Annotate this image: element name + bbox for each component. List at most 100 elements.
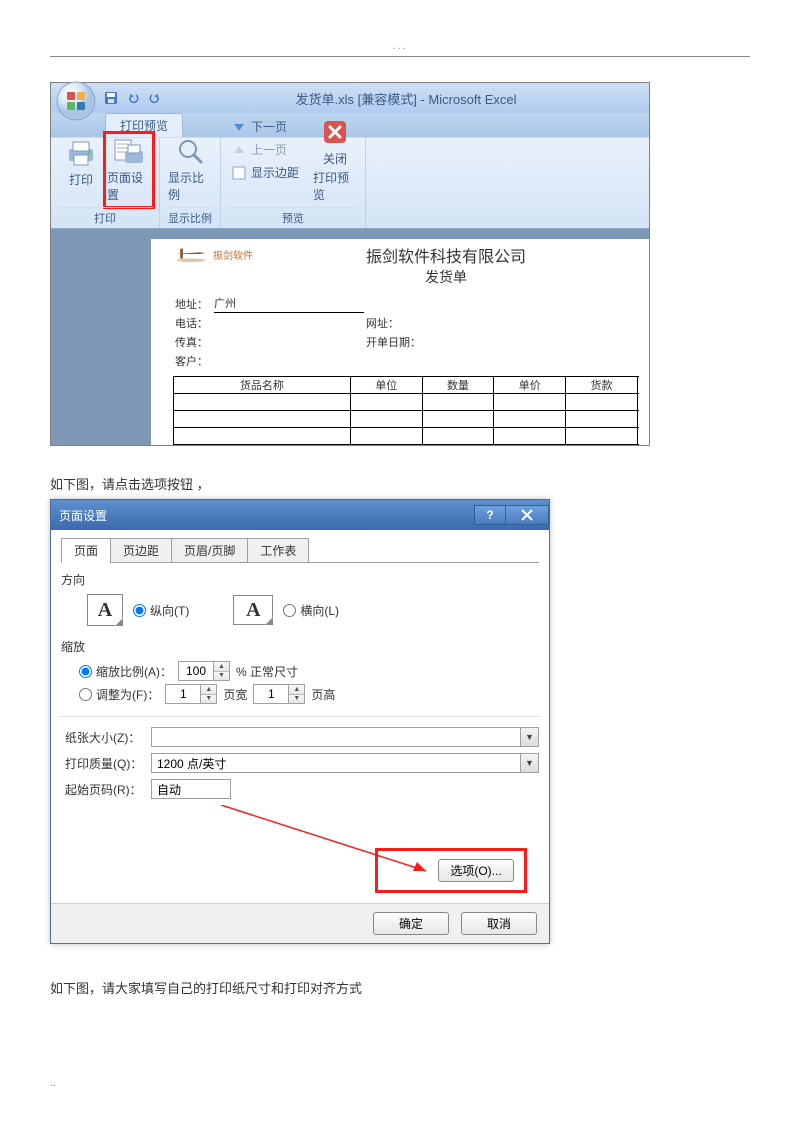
scale-ratio-label: 缩放比例(A)：	[96, 663, 172, 680]
show-margins-label: 显示边距	[251, 164, 299, 181]
sword-logo-icon	[173, 245, 209, 263]
magnifier-icon	[174, 135, 206, 167]
header-rule	[50, 56, 750, 57]
fax-label: 传真：	[175, 334, 212, 351]
scale-ratio-radio[interactable]: 缩放比例(A)：	[79, 663, 172, 680]
preview-canvas: 振剑软件 振剑软件科技有限公司 发货单 地址：广州 电话：网址： 传真：开单日期…	[51, 229, 649, 445]
table-row	[174, 411, 640, 428]
checkbox-icon	[231, 165, 247, 181]
portrait-radio[interactable]: 纵向(T)	[133, 602, 189, 619]
url-label: 网址：	[366, 315, 486, 332]
spin-up-icon[interactable]: ▲	[201, 685, 216, 695]
show-margins-checkbox[interactable]: 显示边距	[227, 162, 303, 183]
chevron-down-icon[interactable]: ▼	[520, 728, 538, 746]
dialog-close-button[interactable]	[505, 505, 549, 525]
prev-page-button[interactable]: 上一页	[227, 139, 303, 160]
table-row	[174, 394, 640, 411]
zoom-button[interactable]: 显示比例	[166, 131, 214, 207]
first-page-label: 起始页码(R)：	[65, 781, 143, 798]
landscape-icon: A	[233, 595, 273, 625]
qat-save-button[interactable]	[103, 90, 119, 106]
page-setup-dialog: 页面设置 ? 页面 页边距 页眉/页脚 工作表 方向 A 纵向(T) A 横向(…	[50, 499, 550, 944]
first-page-input[interactable]	[151, 779, 231, 799]
dialog-tabrow: 页面 页边距 页眉/页脚 工作表	[61, 538, 539, 563]
next-page-label: 下一页	[251, 118, 287, 135]
options-highlight-box: 选项(O)...	[375, 848, 527, 893]
tab-header-footer[interactable]: 页眉/页脚	[171, 538, 248, 563]
fit-to-label: 调整为(F)：	[96, 686, 159, 703]
preview-page: 振剑软件 振剑软件科技有限公司 发货单 地址：广州 电话：网址： 传真：开单日期…	[151, 239, 649, 445]
portrait-icon: A	[87, 594, 123, 626]
spin-down-icon[interactable]: ▼	[201, 695, 216, 704]
tab-sheet[interactable]: 工作表	[247, 538, 309, 563]
scale-ratio-spinner[interactable]: ▲▼	[178, 661, 230, 681]
qat-redo-button[interactable]	[147, 90, 163, 106]
undo-icon	[126, 91, 140, 105]
group-label-print: 打印	[57, 207, 153, 227]
page-setup-button[interactable]: 页面设置	[105, 133, 153, 207]
paper-size-label: 纸张大小(Z)：	[65, 729, 143, 746]
table-row	[174, 428, 640, 445]
paper-size-input[interactable]	[152, 728, 520, 746]
separator	[61, 716, 539, 717]
col-extra	[637, 377, 639, 394]
dialog-title: 页面设置	[59, 507, 107, 524]
company-logo: 振剑软件	[173, 245, 253, 263]
paper-size-combo[interactable]: ▼	[151, 727, 539, 747]
col-unit: 单位	[350, 377, 422, 394]
office-orb-button[interactable]	[55, 80, 97, 122]
doc-info-table: 地址：广州 电话：网址： 传真：开单日期： 客户：	[173, 293, 494, 372]
redo-icon	[148, 91, 162, 105]
print-quality-combo[interactable]: ▼	[151, 753, 539, 773]
dialog-titlebar: 页面设置 ?	[51, 500, 549, 530]
col-name: 货品名称	[174, 377, 351, 394]
spin-down-icon[interactable]: ▼	[214, 672, 229, 681]
fit-to-radio[interactable]: 调整为(F)：	[79, 686, 159, 703]
next-page-button[interactable]: 下一页	[227, 116, 303, 137]
excel-window: 发货单.xls [兼容模式] - Microsoft Excel 打印预览 打印…	[50, 82, 650, 446]
addr-value: 广州	[214, 295, 364, 313]
spin-down-icon[interactable]: ▼	[289, 695, 304, 704]
dialog-help-button[interactable]: ?	[474, 505, 506, 525]
ok-button[interactable]: 确定	[373, 912, 449, 935]
scale-ratio-suffix: % 正常尺寸	[236, 663, 298, 680]
logo-text: 振剑软件	[213, 247, 253, 262]
x-icon	[521, 509, 533, 521]
ribbon: 打印 页面设置 打印 显示比例 显示比例	[51, 137, 649, 229]
options-button[interactable]: 选项(O)...	[438, 859, 514, 882]
footer-dots: ..	[50, 1077, 750, 1089]
cust-label: 客户：	[175, 353, 212, 370]
tab-page[interactable]: 页面	[61, 538, 111, 563]
save-icon	[104, 91, 118, 105]
tel-label: 电话：	[175, 315, 212, 332]
window-title: 发货单.xls [兼容模式] - Microsoft Excel	[163, 89, 649, 108]
print-quality-input[interactable]	[152, 754, 520, 772]
printer-icon	[65, 137, 97, 169]
excel-titlebar: 发货单.xls [兼容模式] - Microsoft Excel	[51, 83, 649, 113]
close-icon	[319, 116, 351, 148]
fit-width-spinner[interactable]: ▲▼	[165, 684, 217, 704]
scale-ratio-input[interactable]	[179, 662, 213, 680]
print-button[interactable]: 打印	[57, 133, 105, 207]
close-preview-button[interactable]: 关闭 打印预览	[311, 112, 359, 207]
spin-up-icon[interactable]: ▲	[289, 685, 304, 695]
col-amount: 货款	[566, 377, 638, 394]
fit-width-suffix: 页宽	[223, 686, 247, 703]
fit-height-spinner[interactable]: ▲▼	[253, 684, 305, 704]
landscape-radio[interactable]: 横向(L)	[283, 602, 339, 619]
cancel-button[interactable]: 取消	[461, 912, 537, 935]
print-label: 打印	[69, 171, 93, 188]
close-label-2: 打印预览	[313, 169, 357, 203]
close-label-1: 关闭	[323, 150, 347, 167]
chevron-down-icon[interactable]: ▼	[520, 754, 538, 772]
group-label-preview: 预览	[227, 207, 359, 227]
col-qty: 数量	[422, 377, 494, 394]
spin-up-icon[interactable]: ▲	[214, 662, 229, 672]
print-quality-label: 打印质量(Q)：	[65, 755, 143, 772]
tab-margins[interactable]: 页边距	[110, 538, 172, 563]
scale-label: 缩放	[61, 638, 539, 655]
fit-width-input[interactable]	[166, 685, 200, 703]
qat-undo-button[interactable]	[125, 90, 141, 106]
fit-height-input[interactable]	[254, 685, 288, 703]
landscape-radio-label: 横向(L)	[300, 602, 339, 619]
